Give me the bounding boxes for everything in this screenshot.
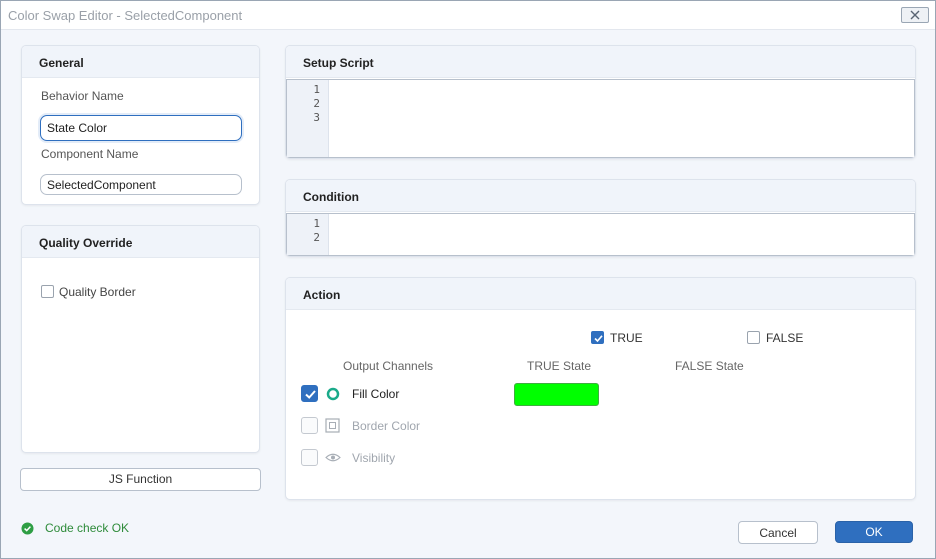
line-number: 2 xyxy=(313,231,320,244)
component-name-label: Component Name xyxy=(41,147,139,161)
condition-editor[interactable]: 1 2 xyxy=(286,213,915,256)
setup-script-panel-title: Setup Script xyxy=(303,56,374,70)
close-button[interactable] xyxy=(901,7,929,23)
behavior-name-input[interactable] xyxy=(40,115,242,141)
condition-panel-header: Condition xyxy=(286,180,915,212)
close-icon xyxy=(910,10,920,20)
code-check-text: Code check OK xyxy=(45,521,130,535)
ok-button-label: OK xyxy=(865,525,883,539)
true-label: TRUE xyxy=(610,331,643,345)
js-function-button[interactable]: JS Function xyxy=(20,468,261,491)
output-channels-header: Output Channels xyxy=(343,359,434,373)
setup-script-editor[interactable]: 1 2 3 xyxy=(286,79,915,158)
general-panel-header: General xyxy=(22,46,259,78)
condition-gutter: 1 2 xyxy=(287,214,329,255)
checkmark-icon xyxy=(594,335,603,343)
color-swap-editor-window: Color Swap Editor - SelectedComponent Ge… xyxy=(0,0,936,559)
line-number: 2 xyxy=(313,97,320,110)
action-panel-header: Action xyxy=(286,278,915,310)
visibility-checkbox[interactable] xyxy=(301,449,318,466)
false-label: FALSE xyxy=(766,331,804,345)
quality-override-panel-header: Quality Override xyxy=(22,226,259,258)
line-number: 3 xyxy=(313,111,320,124)
quality-border-checkbox[interactable] xyxy=(41,285,54,298)
eye-icon xyxy=(325,453,341,462)
ok-button[interactable]: OK xyxy=(835,521,913,543)
fill-color-label: Fill Color xyxy=(352,387,400,401)
quality-override-panel: Quality Override Quality Border xyxy=(21,225,260,453)
behavior-name-label: Behavior Name xyxy=(41,89,124,103)
false-state-header: FALSE State xyxy=(675,359,744,373)
general-panel-title: General xyxy=(39,56,84,70)
true-checkbox[interactable] xyxy=(591,331,604,344)
quality-border-label: Quality Border xyxy=(59,285,136,299)
cancel-button-label: Cancel xyxy=(759,526,797,540)
general-panel: General Behavior Name Component Name xyxy=(21,45,260,205)
border-color-checkbox[interactable] xyxy=(301,417,318,434)
true-state-header: TRUE State xyxy=(527,359,592,373)
cancel-button[interactable]: Cancel xyxy=(738,521,818,544)
fill-circle-icon xyxy=(326,387,340,401)
line-number: 1 xyxy=(313,217,320,230)
setup-script-panel-header: Setup Script xyxy=(286,46,915,78)
title-bar: Color Swap Editor - SelectedComponent xyxy=(1,1,935,30)
action-panel: Action TRUE FALSE Output Channels TRUE S… xyxy=(285,277,916,500)
setup-script-panel: Setup Script 1 2 3 xyxy=(285,45,916,159)
border-color-label: Border Color xyxy=(352,419,421,433)
line-number: 1 xyxy=(313,83,320,96)
quality-override-panel-title: Quality Override xyxy=(39,236,133,250)
checkmark-icon xyxy=(305,390,316,399)
visibility-label: Visibility xyxy=(352,451,396,465)
false-checkbox[interactable] xyxy=(747,331,760,344)
fill-color-checkbox[interactable] xyxy=(301,385,318,402)
window-title: Color Swap Editor - SelectedComponent xyxy=(8,8,243,23)
component-name-input[interactable] xyxy=(40,174,242,195)
border-square-icon xyxy=(325,418,340,433)
condition-panel-title: Condition xyxy=(303,190,359,204)
condition-panel: Condition 1 2 xyxy=(285,179,916,257)
setup-script-gutter: 1 2 3 xyxy=(287,80,329,157)
check-circle-icon xyxy=(21,522,34,535)
fill-color-true-swatch[interactable] xyxy=(514,383,599,406)
action-panel-title: Action xyxy=(303,288,341,302)
js-function-button-label: JS Function xyxy=(108,472,173,486)
